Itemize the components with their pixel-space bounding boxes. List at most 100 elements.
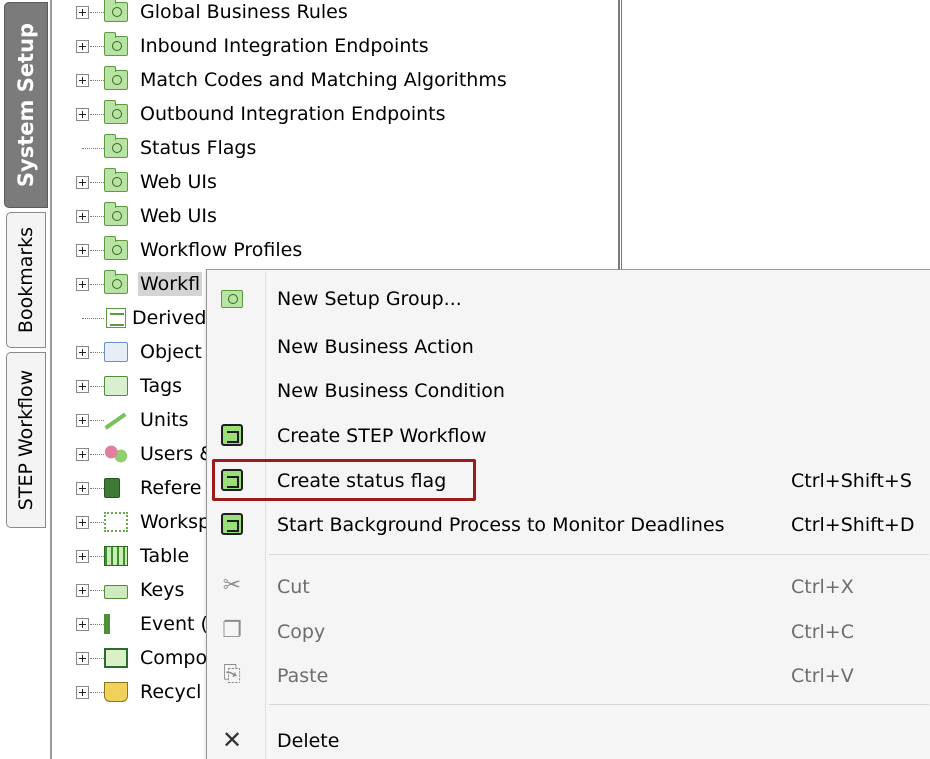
keys-icon	[104, 585, 128, 599]
setup-folder-icon	[104, 32, 128, 56]
tree-item-label: Inbound Integration Endpoints	[140, 35, 429, 57]
menu-item-cut: ✂ Cut Ctrl+X	[207, 566, 930, 608]
tree-item-label: Workflow Profiles	[140, 239, 303, 261]
workflow-icon	[221, 424, 243, 446]
tree-item-label: Status Flags	[140, 137, 257, 159]
expand-icon[interactable]	[76, 618, 89, 631]
tree-item-label: Derived	[132, 307, 207, 329]
expand-icon[interactable]	[76, 6, 89, 19]
tree-item-label: Web UIs	[140, 205, 217, 227]
expand-icon[interactable]	[76, 584, 89, 597]
paste-icon: ⎘	[223, 662, 241, 687]
menu-item-label: New Setup Group...	[277, 288, 462, 310]
menu-item-paste: ⎘ Paste Ctrl+V	[207, 655, 930, 697]
setup-folder-icon	[104, 0, 128, 22]
workspace-icon	[104, 512, 128, 532]
expand-icon[interactable]	[76, 244, 89, 257]
menu-item-delete[interactable]: ✕ Delete	[207, 720, 930, 759]
tab-label: System Setup	[14, 22, 38, 188]
expand-icon[interactable]	[76, 652, 89, 665]
tree-item-label: Workfl	[138, 272, 203, 296]
expand-icon[interactable]	[76, 210, 89, 223]
tree-item-label: Outbound Integration Endpoints	[140, 103, 446, 125]
menu-item-shortcut: Ctrl+C	[791, 621, 854, 643]
scissors-icon: ✂	[222, 573, 242, 598]
menu-item-label: Start Background Process to Monitor Dead…	[277, 514, 725, 536]
tab-label: STEP Workflow	[15, 369, 37, 511]
expand-icon[interactable]	[76, 686, 89, 699]
menu-item-new-business-action[interactable]: New Business Action	[207, 326, 930, 368]
menu-item-create-step-workflow[interactable]: Create STEP Workflow	[207, 415, 930, 457]
setup-folder-icon	[104, 270, 128, 294]
tree-item-label: Object	[140, 341, 202, 363]
expand-icon[interactable]	[76, 278, 89, 291]
menu-item-shortcut: Ctrl+X	[791, 576, 854, 598]
menu-item-label: Delete	[277, 730, 340, 752]
expand-icon[interactable]	[76, 516, 89, 529]
menu-item-label: Cut	[277, 576, 310, 598]
menu-item-label: Paste	[277, 665, 329, 687]
menu-item-shortcut: Ctrl+Shift+D	[791, 514, 915, 536]
tree-item-label: Global Business Rules	[140, 1, 348, 23]
expand-icon[interactable]	[76, 550, 89, 563]
tab-step-workflow[interactable]: STEP Workflow	[6, 352, 46, 528]
expand-icon[interactable]	[76, 176, 89, 189]
users-icon	[104, 444, 128, 464]
tree-item-label: Table	[140, 545, 190, 567]
setup-folder-icon	[104, 134, 128, 158]
setup-folder-icon	[104, 236, 128, 260]
setup-group-icon	[221, 290, 243, 308]
menu-item-label: Create STEP Workflow	[277, 425, 487, 447]
tab-bookmarks[interactable]: Bookmarks	[6, 212, 46, 348]
highlight-box-create-status-flag	[212, 459, 476, 501]
setup-folder-icon	[104, 66, 128, 90]
context-menu: New Setup Group... New Business Action N…	[206, 269, 930, 759]
derived-document-icon	[106, 308, 126, 328]
vertical-tab-strip: System Setup Bookmarks STEP Workflow	[0, 0, 52, 759]
copy-icon: ❐	[222, 618, 242, 643]
setup-folder-icon	[104, 168, 128, 192]
recycle-bin-icon	[104, 682, 128, 702]
tree-item-label: Match Codes and Matching Algorithms	[140, 69, 507, 91]
menu-item-new-business-condition[interactable]: New Business Condition	[207, 370, 930, 412]
menu-item-new-setup-group[interactable]: New Setup Group...	[207, 278, 930, 320]
tab-system-setup[interactable]: System Setup	[4, 2, 48, 208]
tab-label: Bookmarks	[15, 226, 37, 334]
units-ruler-icon	[104, 412, 128, 432]
tree-item-label: Web UIs	[140, 171, 217, 193]
object-type-icon	[104, 342, 128, 362]
expand-icon[interactable]	[76, 346, 89, 359]
tags-icon	[104, 376, 128, 396]
expand-icon[interactable]	[76, 108, 89, 121]
menu-item-copy: ❐ Copy Ctrl+C	[207, 611, 930, 653]
tree-item-label: Refere	[140, 477, 202, 499]
expand-icon[interactable]	[76, 380, 89, 393]
menu-item-shortcut: Ctrl+V	[791, 665, 854, 687]
menu-item-label: New Business Condition	[277, 380, 505, 402]
expand-icon[interactable]	[76, 482, 89, 495]
table-icon	[104, 546, 128, 566]
event-icon	[104, 614, 118, 634]
setup-folder-icon	[104, 202, 128, 226]
tree-item-label: Event (	[140, 613, 208, 635]
setup-folder-icon	[104, 100, 128, 124]
tree-item-label: Worksp	[140, 511, 211, 533]
tree-item-label: Units	[140, 409, 189, 431]
menu-item-label: Copy	[277, 621, 326, 643]
menu-item-label: New Business Action	[277, 336, 474, 358]
menu-separator	[269, 554, 929, 555]
expand-icon[interactable]	[76, 74, 89, 87]
pane-splitter[interactable]	[618, 0, 622, 270]
workflow-icon	[221, 513, 243, 535]
tree-item-label: Compo	[140, 647, 208, 669]
tree-item-label: Recycl	[140, 681, 202, 703]
expand-icon[interactable]	[76, 414, 89, 427]
expand-icon[interactable]	[76, 40, 89, 53]
delete-x-icon: ✕	[221, 726, 243, 754]
expand-icon[interactable]	[76, 448, 89, 461]
tree-item-label: Tags	[140, 375, 183, 397]
menu-separator	[269, 704, 929, 705]
menu-item-start-background-process[interactable]: Start Background Process to Monitor Dead…	[207, 504, 930, 546]
component-icon	[104, 648, 128, 668]
tree-item-label: Users &	[140, 443, 215, 465]
